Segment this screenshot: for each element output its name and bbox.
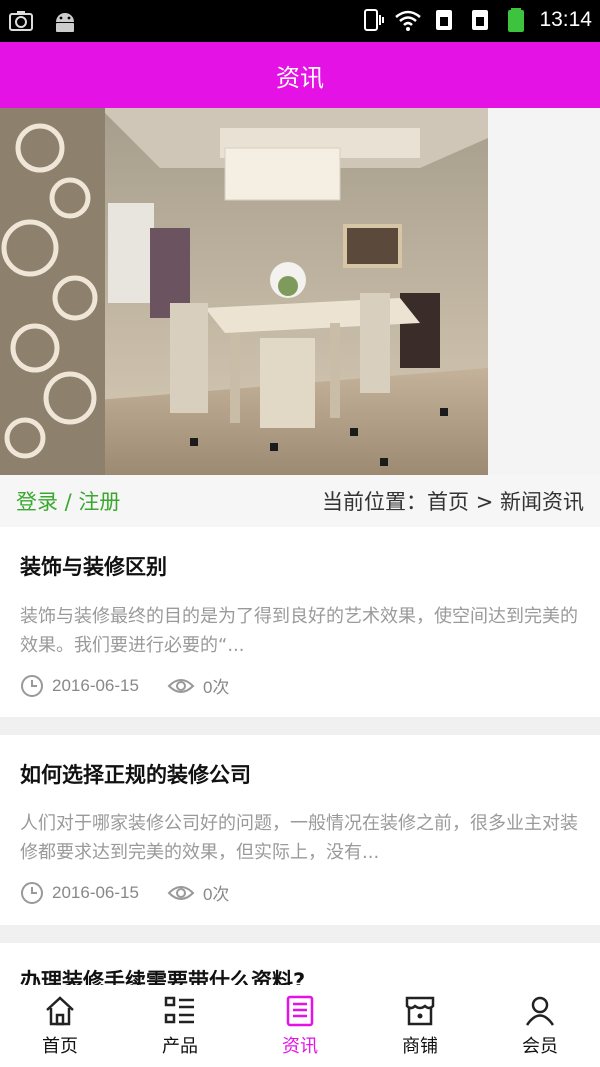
- article-meta: 2016-06-15 0次: [20, 880, 229, 905]
- breadcrumb: 当前位置：首页 > 新闻资讯: [322, 490, 584, 514]
- title-bar: 资讯: [0, 42, 600, 108]
- banner-image[interactable]: [0, 108, 600, 475]
- article-summary: 人们对于哪家装修公司好的问题，一般情况在装修之前，很多业主对装修都要求达到完美的…: [20, 813, 578, 863]
- eye-icon: [167, 885, 195, 900]
- sim2-icon: [472, 10, 489, 30]
- article-summary: 装饰与装修最终的目的是为了得到良好的艺术效果，使空间达到完美的效果。我们要进行必…: [20, 606, 578, 656]
- article-title[interactable]: 如何选择正规的装修公司: [20, 759, 251, 789]
- article-views: 0次: [202, 678, 230, 697]
- article-date: 2016-06-15: [52, 675, 139, 695]
- tab-label: 会员: [522, 1036, 558, 1057]
- battery-icon: [508, 8, 525, 32]
- status-bar: 13:14: [0, 0, 600, 42]
- vibrate-icon: [364, 9, 385, 31]
- android-icon: [56, 13, 74, 32]
- login-register-link[interactable]: 登录 / 注册: [16, 486, 120, 516]
- clock-icon: [21, 674, 43, 697]
- tab-news[interactable]: 资讯: [240, 985, 360, 1067]
- interior-photo: [0, 108, 600, 475]
- page-title: 资讯: [276, 63, 324, 92]
- article-views: 0次: [202, 885, 230, 904]
- article-date: 2016-06-15: [52, 882, 139, 902]
- home-icon: [46, 996, 74, 1026]
- wifi-icon: [395, 10, 422, 31]
- news-icon: [286, 995, 314, 1027]
- screenshot-icon: [9, 11, 33, 31]
- article-title[interactable]: 装饰与装修区别: [20, 551, 167, 581]
- shop-icon: [405, 996, 435, 1026]
- tab-shop[interactable]: 商铺: [360, 985, 480, 1067]
- tab-label: 资讯: [282, 1036, 318, 1057]
- sim1-icon: [436, 10, 453, 30]
- user-icon: [525, 996, 555, 1026]
- tab-member[interactable]: 会员: [480, 985, 600, 1067]
- tab-products[interactable]: 产品: [120, 985, 240, 1067]
- tab-home[interactable]: 首页: [0, 985, 120, 1067]
- location-bar: 登录 / 注册 当前位置：首页 > 新闻资讯: [0, 475, 600, 527]
- bottom-tab-bar: 首页 产品 资讯 商铺 会员: [0, 985, 600, 1067]
- tab-label: 产品: [162, 1036, 198, 1057]
- clock-icon: [21, 881, 43, 904]
- tab-label: 首页: [42, 1036, 78, 1057]
- status-time: 13:14: [539, 8, 592, 31]
- article-meta: 2016-06-15 0次: [20, 673, 229, 698]
- tab-label: 商铺: [402, 1036, 438, 1057]
- article-card[interactable]: 如何选择正规的装修公司 人们对于哪家装修公司好的问题，一般情况在装修之前，很多业…: [0, 735, 600, 925]
- article-card[interactable]: 装饰与装修区别 装饰与装修最终的目的是为了得到良好的艺术效果，使空间达到完美的效…: [0, 527, 600, 717]
- eye-icon: [167, 678, 195, 693]
- list-icon: [164, 996, 194, 1024]
